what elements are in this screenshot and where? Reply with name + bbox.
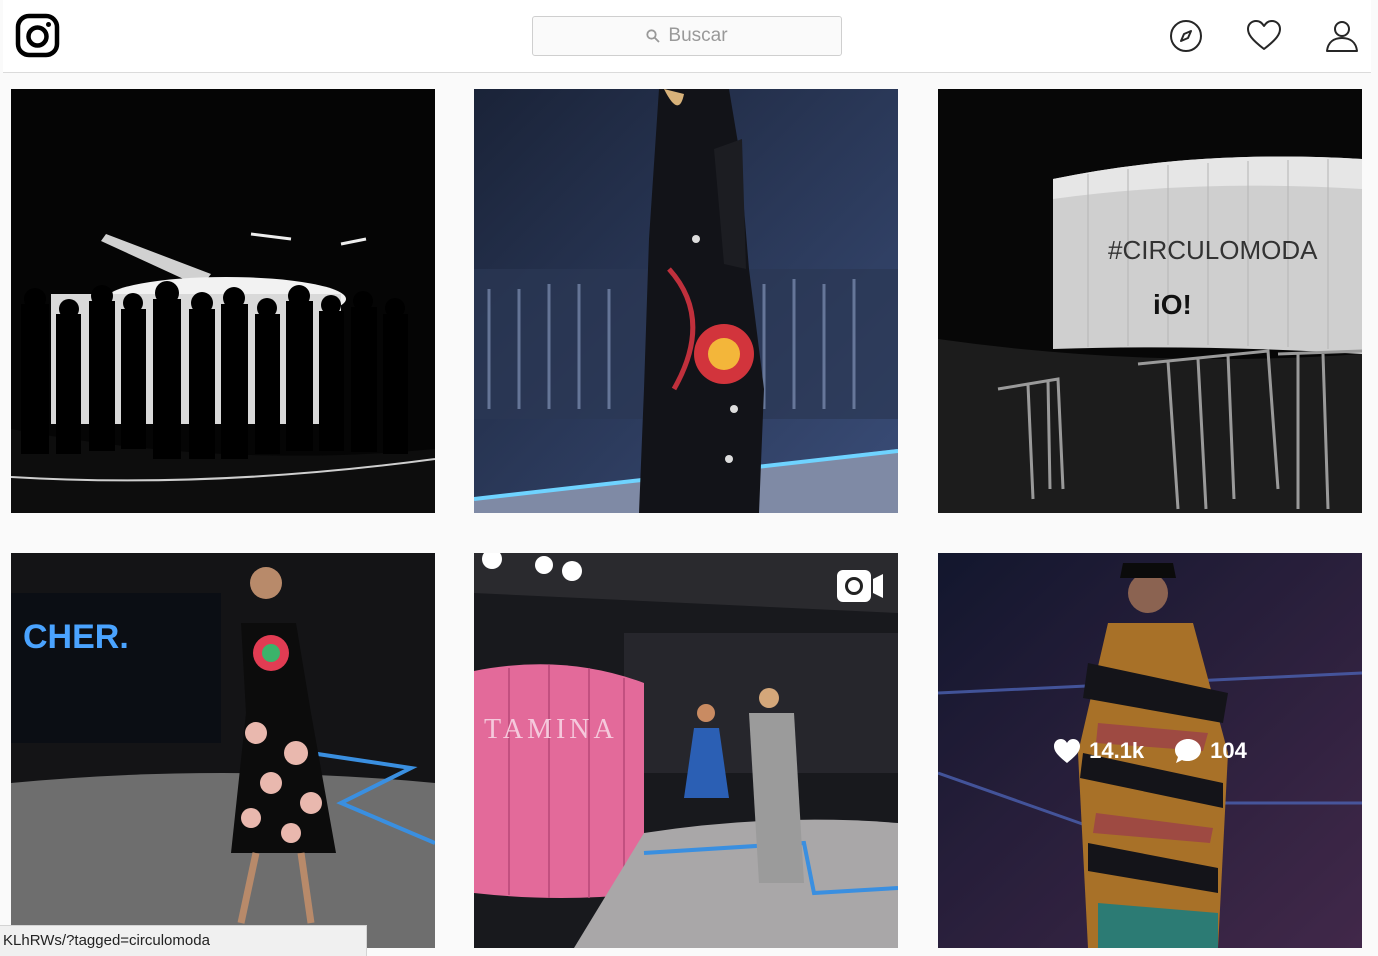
- comments-count: 104: [1210, 737, 1247, 763]
- post-model-polka-dress[interactable]: CHER.: [11, 553, 435, 948]
- post-pink-runway[interactable]: TAMINA: [474, 553, 898, 948]
- hover-overlay: 14.1k 104: [938, 553, 1362, 948]
- post-image: [11, 89, 435, 513]
- top-navigation-bar: Buscar: [3, 0, 1371, 73]
- search-placeholder: Buscar: [668, 25, 728, 46]
- profile-icon[interactable]: [1323, 17, 1361, 55]
- post-model-kimono[interactable]: [474, 89, 898, 513]
- magnifier-icon: [646, 29, 661, 43]
- likes-count: 14.1k: [1089, 737, 1145, 763]
- post-image: TAMINA: [474, 553, 898, 948]
- wall-text: TAMINA: [484, 714, 618, 745]
- likes-stat: 14.1k: [1053, 738, 1144, 764]
- instagram-camera-icon[interactable]: [15, 13, 60, 58]
- comments-stat: 104: [1174, 738, 1247, 764]
- screen-text: CHER.: [23, 618, 129, 656]
- video-camera-icon: [837, 570, 883, 602]
- post-image: [474, 89, 898, 513]
- status-url: KLhRWs/?tagged=circulomoda: [3, 932, 210, 949]
- stage-logo: iO!: [1153, 289, 1192, 320]
- post-circulomoda-stage[interactable]: #CIRCULOMODA iO!: [938, 89, 1362, 513]
- post-runway-silhouettes[interactable]: [11, 89, 435, 513]
- stage-text: #CIRCULOMODA: [1108, 235, 1318, 265]
- post-image: CHER.: [11, 553, 435, 948]
- heart-filled-icon: [1054, 738, 1081, 763]
- browser-status-bar: KLhRWs/?tagged=circulomoda: [0, 925, 367, 956]
- compass-icon[interactable]: [1167, 17, 1205, 55]
- search-input[interactable]: Buscar: [532, 16, 842, 56]
- post-model-print-dress[interactable]: 14.1k 104: [938, 553, 1362, 948]
- comment-bubble-icon: [1175, 738, 1202, 763]
- post-image: #CIRCULOMODA iO!: [938, 89, 1362, 513]
- heart-icon[interactable]: [1245, 17, 1283, 55]
